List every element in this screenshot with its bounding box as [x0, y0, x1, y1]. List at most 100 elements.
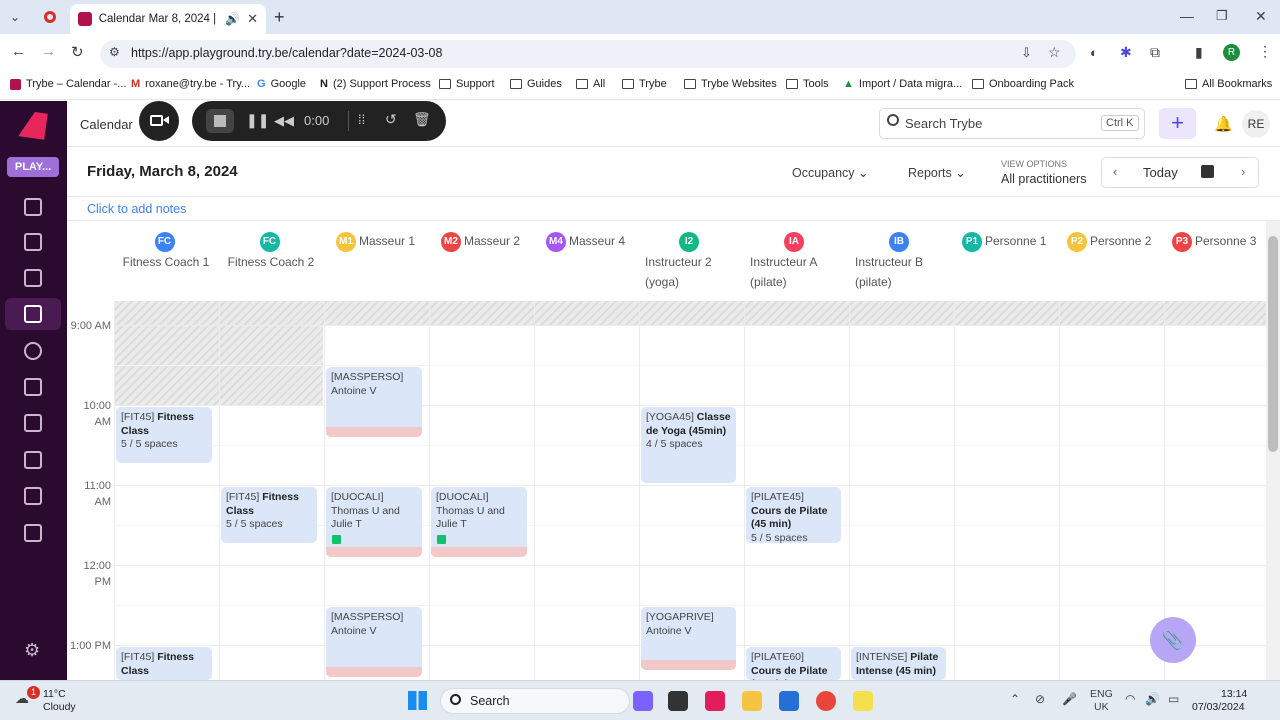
copilot-icon[interactable]: [633, 691, 653, 711]
grid-icon[interactable]: ⁞⁞: [358, 112, 365, 127]
column-header[interactable]: M2 Masseur 2: [429, 231, 533, 252]
column-header[interactable]: P1 Personne 1: [954, 231, 1058, 252]
copy-icon[interactable]: [24, 198, 42, 216]
add-notes-link[interactable]: Click to add notes: [87, 202, 186, 216]
bell-icon[interactable]: 🔔: [1214, 115, 1233, 133]
pause-icon[interactable]: ❚❚: [246, 112, 269, 129]
booking-pilate-class[interactable]: [PILATE60] Cours de Pilate (60min): [746, 647, 841, 680]
calendar-icon[interactable]: [24, 305, 42, 323]
extension-icon[interactable]: ◐: [1090, 45, 1098, 60]
tab-close-icon[interactable]: ✕: [247, 11, 258, 27]
extension-2-icon[interactable]: ✱: [1120, 44, 1132, 61]
camera-button[interactable]: [139, 101, 179, 141]
shopping-bag-icon[interactable]: [24, 269, 42, 287]
mail-icon[interactable]: [24, 378, 42, 396]
window-close-button[interactable]: ✕: [1255, 8, 1267, 25]
bookmark-support-process[interactable]: N (2) Support Process: [320, 78, 431, 90]
tab-list-icon[interactable]: ⌄: [10, 10, 20, 24]
rewind-icon[interactable]: ◀◀: [274, 113, 294, 129]
network-icon[interactable]: ⊘: [1035, 692, 1045, 706]
bookmark-support[interactable]: Support: [439, 78, 495, 90]
slack-icon[interactable]: [705, 691, 725, 711]
reports-dropdown[interactable]: Reports ⌄: [908, 165, 966, 180]
booking-massperso[interactable]: [MASSPERSO] Antoine V: [326, 367, 422, 437]
add-button[interactable]: +: [1159, 108, 1196, 139]
occupancy-dropdown[interactable]: Occupancy ⌄: [792, 165, 869, 180]
forward-button[interactable]: →: [41, 43, 56, 60]
booking-fitness-class[interactable]: [FIT45] Fitness Class 5 / 5 spaces: [116, 407, 212, 463]
bookmark-onboarding[interactable]: Onboarding Pack: [972, 78, 1074, 90]
browser-menu-icon[interactable]: ⋮: [1258, 43, 1272, 60]
language-1[interactable]: ENG: [1090, 688, 1113, 700]
scrollbar-thumb[interactable]: [1268, 236, 1278, 452]
profile-avatar[interactable]: R: [1223, 44, 1240, 61]
column-header[interactable]: FC Fitness Coach 2: [219, 231, 323, 272]
trash-icon[interactable]: 🗑: [413, 111, 431, 128]
bookmark-trybe-websites[interactable]: Trybe Websites: [684, 78, 777, 90]
booking-yoga-prive[interactable]: [YOGAPRIVE] Antoine V: [641, 607, 736, 670]
new-tab-button[interactable]: +: [274, 7, 285, 28]
store-icon[interactable]: [779, 691, 799, 711]
booking-fitness-class[interactable]: [FIT45] Fitness Class 5 / 5 spaces: [221, 487, 317, 543]
bookmark-all[interactable]: All: [576, 78, 605, 90]
file-explorer-icon[interactable]: [742, 691, 762, 711]
side-panel-icon[interactable]: ▮: [1195, 44, 1203, 61]
chrome-icon[interactable]: [816, 691, 836, 711]
bookmark-tools[interactable]: Tools: [786, 78, 829, 90]
paperclip-fab-button[interactable]: 📎: [1150, 617, 1196, 663]
bookmark-all-bookmarks[interactable]: All Bookmarks: [1185, 78, 1272, 90]
bookmark-trybe[interactable]: Trybe: [622, 78, 667, 90]
next-day-button[interactable]: ›: [1241, 164, 1245, 179]
archive-icon[interactable]: [24, 451, 42, 469]
booking-duocali[interactable]: [DUOCALI] Thomas U and Julie T: [431, 487, 527, 557]
battery-icon[interactable]: ▭: [1168, 692, 1179, 706]
wifi-icon[interactable]: ◠: [1125, 692, 1135, 706]
bookmark-guides[interactable]: Guides: [510, 78, 562, 90]
bookmark-google[interactable]: G Google: [257, 78, 306, 90]
language-2[interactable]: UK: [1094, 701, 1109, 713]
minimize-button[interactable]: —: [1180, 8, 1194, 24]
booking-fitness-class[interactable]: [FIT45] Fitness Class: [116, 647, 212, 680]
home-icon[interactable]: [24, 233, 42, 251]
column-header[interactable]: FC Fitness Coach 1: [114, 231, 218, 272]
column-header[interactable]: M4 Masseur 4: [534, 231, 638, 252]
booking-yoga-class[interactable]: [YOGA45] Classe de Yoga (45min) 4 / 5 spa…: [641, 407, 736, 483]
users-icon[interactable]: [24, 342, 42, 360]
sticky-notes-icon[interactable]: [853, 691, 873, 711]
bookmark-star-icon[interactable]: ☆: [1048, 44, 1061, 61]
column-header[interactable]: P2 Personne 2: [1059, 231, 1163, 252]
column-header[interactable]: IA Instructeur A (pilate): [744, 231, 848, 292]
view-options-dropdown[interactable]: All practitioners: [1001, 172, 1086, 186]
trybe-logo[interactable]: [18, 110, 48, 140]
settings-gear-icon[interactable]: ⚙: [24, 640, 40, 661]
stop-button[interactable]: [206, 109, 234, 133]
restart-icon[interactable]: ↺: [385, 111, 397, 128]
briefcase-icon[interactable]: [24, 414, 42, 432]
bar-chart-icon[interactable]: [24, 524, 42, 542]
back-button[interactable]: ←: [11, 43, 26, 60]
browser-tab[interactable]: Calendar Mar 8, 2024 | Tryb 🔊 ✕: [70, 4, 266, 34]
install-app-icon[interactable]: ⇩: [1021, 45, 1032, 61]
reload-button[interactable]: ↻: [71, 43, 84, 61]
ticket-icon[interactable]: [24, 487, 42, 505]
playground-badge[interactable]: PLAY...: [7, 157, 59, 177]
extensions-puzzle-icon[interactable]: ⧉: [1150, 44, 1160, 61]
bookmark-import[interactable]: ▲ Import / Data migra...: [843, 78, 962, 90]
taskbar-search[interactable]: [440, 688, 630, 714]
column-header[interactable]: M1 Masseur 1: [324, 231, 428, 252]
booking-pilate-intense[interactable]: [INTENSE] Pilate Intense (45 min): [851, 647, 946, 680]
booking-duocali[interactable]: [DUOCALI] Thomas U and Julie T: [326, 487, 422, 557]
calendar-picker-icon[interactable]: [1201, 165, 1214, 178]
bookmark-trybe-calendar[interactable]: Trybe – Calendar -...: [10, 78, 126, 90]
bookmark-gmail[interactable]: Mroxane@try.be - Try...: [131, 78, 250, 90]
task-view-icon[interactable]: [668, 691, 688, 711]
user-avatar[interactable]: RE: [1242, 110, 1270, 138]
url-text[interactable]: https://app.playground.try.be/calendar?d…: [131, 46, 442, 60]
clock-date[interactable]: 07/03/2024: [1192, 701, 1245, 713]
booking-massperso[interactable]: [MASSPERSO] Antoine V: [326, 607, 422, 677]
volume-icon[interactable]: 🔊: [1145, 692, 1160, 706]
windows-start-icon[interactable]: [408, 691, 427, 710]
column-header[interactable]: P3 Personne 3: [1164, 231, 1268, 252]
prev-day-button[interactable]: ‹: [1113, 164, 1117, 179]
booking-pilate-class[interactable]: [PILATE45] Cours de Pilate (45 min) 5 / 5…: [746, 487, 841, 543]
